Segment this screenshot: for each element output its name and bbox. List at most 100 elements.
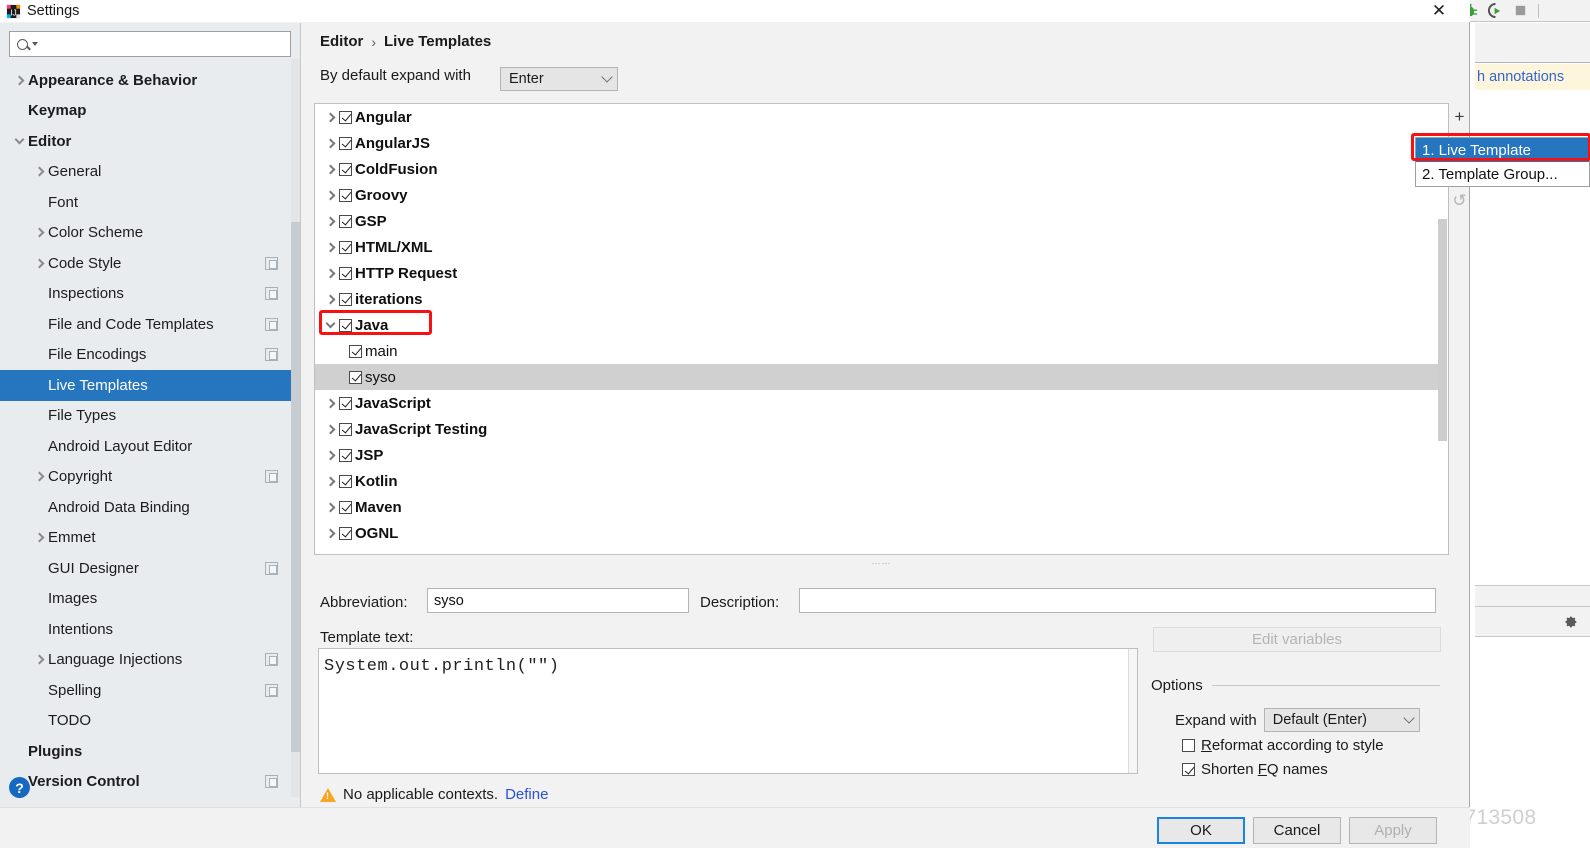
template-tree-row[interactable]: HTML/XML bbox=[315, 234, 1438, 260]
sidebar-scrollbar[interactable] bbox=[291, 59, 300, 797]
sidebar-item-editor[interactable]: Editor bbox=[0, 126, 300, 157]
apply-button[interactable]: Apply bbox=[1349, 817, 1437, 844]
chevron-right-icon[interactable] bbox=[30, 645, 48, 676]
template-tree-row[interactable]: ColdFusion bbox=[315, 156, 1438, 182]
sidebar-item-inspections[interactable]: Inspections bbox=[0, 279, 300, 310]
stop-icon[interactable] bbox=[1513, 3, 1528, 18]
cancel-button[interactable]: Cancel bbox=[1253, 817, 1341, 844]
sidebar-item-file-encodings[interactable]: File Encodings bbox=[0, 340, 300, 371]
help-button[interactable]: ? bbox=[9, 777, 30, 798]
revert-button[interactable]: ↺ bbox=[1450, 187, 1469, 215]
sidebar-item-keymap[interactable]: Keymap bbox=[0, 96, 300, 127]
template-enabled-checkbox[interactable] bbox=[349, 344, 362, 358]
sidebar-item-font[interactable]: Font bbox=[0, 187, 300, 218]
sidebar-item-plugins[interactable]: Plugins bbox=[0, 736, 300, 767]
shorten-fq-checkbox-row[interactable]: Shorten FQ names bbox=[1182, 761, 1328, 778]
template-enabled-checkbox[interactable] bbox=[339, 396, 352, 410]
add-menu-item[interactable]: 1. Live Template bbox=[1416, 138, 1589, 162]
chevron-right-icon[interactable] bbox=[321, 528, 339, 538]
add-menu-item[interactable]: 2. Template Group... bbox=[1416, 162, 1589, 186]
gear-icon[interactable] bbox=[1563, 613, 1578, 631]
chevron-right-icon[interactable] bbox=[30, 248, 48, 279]
template-enabled-checkbox[interactable] bbox=[339, 292, 352, 306]
template-enabled-checkbox[interactable] bbox=[349, 370, 362, 384]
define-context-link[interactable]: Define bbox=[505, 786, 548, 803]
chevron-right-icon[interactable] bbox=[10, 65, 28, 96]
sidebar-item-version-control[interactable]: Version Control bbox=[0, 767, 300, 798]
sidebar-item-android-layout-editor[interactable]: Android Layout Editor bbox=[0, 431, 300, 462]
sidebar-item-spelling[interactable]: Spelling bbox=[0, 675, 300, 706]
template-tree-row[interactable]: Kotlin bbox=[315, 468, 1438, 494]
template-enabled-checkbox[interactable] bbox=[339, 110, 352, 124]
template-enabled-checkbox[interactable] bbox=[339, 474, 352, 488]
chevron-right-icon[interactable] bbox=[321, 450, 339, 460]
default-expand-select[interactable]: Enter bbox=[500, 67, 618, 91]
chevron-down-icon[interactable] bbox=[10, 126, 28, 157]
chevron-right-icon[interactable] bbox=[30, 523, 48, 554]
template-enabled-checkbox[interactable] bbox=[339, 500, 352, 514]
chevron-down-icon[interactable] bbox=[321, 318, 339, 330]
reformat-checkbox[interactable] bbox=[1182, 739, 1195, 752]
sidebar-item-file-types[interactable]: File Types bbox=[0, 401, 300, 432]
template-tree-row[interactable]: HTTP Request bbox=[315, 260, 1438, 286]
template-tree-row[interactable]: AngularJS bbox=[315, 130, 1438, 156]
chevron-right-icon[interactable] bbox=[321, 268, 339, 278]
ok-button[interactable]: OK bbox=[1157, 817, 1245, 844]
template-enabled-checkbox[interactable] bbox=[339, 136, 352, 150]
shorten-fq-checkbox[interactable] bbox=[1182, 763, 1195, 776]
template-text-editor[interactable]: System.out.println("") bbox=[318, 648, 1138, 774]
sidebar-item-emmet[interactable]: Emmet bbox=[0, 523, 300, 554]
template-tree-row[interactable]: Maven bbox=[315, 494, 1438, 520]
abbreviation-input[interactable]: syso bbox=[427, 588, 689, 613]
template-enabled-checkbox[interactable] bbox=[339, 422, 352, 436]
sidebar-item-android-data-binding[interactable]: Android Data Binding bbox=[0, 492, 300, 523]
sidebar-item-language-injections[interactable]: Language Injections bbox=[0, 645, 300, 676]
template-tree-row[interactable]: JavaScript bbox=[315, 390, 1438, 416]
template-text-scrollbar[interactable] bbox=[1128, 649, 1137, 773]
chevron-right-icon[interactable] bbox=[30, 462, 48, 493]
chevron-right-icon[interactable] bbox=[321, 216, 339, 226]
description-input[interactable] bbox=[799, 588, 1436, 613]
sidebar-item-copyright[interactable]: Copyright bbox=[0, 462, 300, 493]
chevron-right-icon[interactable] bbox=[30, 218, 48, 249]
template-enabled-checkbox[interactable] bbox=[339, 214, 352, 228]
sidebar-item-gui-designer[interactable]: GUI Designer bbox=[0, 553, 300, 584]
chevron-right-icon[interactable] bbox=[321, 424, 339, 434]
breadcrumb-parent[interactable]: Editor bbox=[320, 33, 363, 50]
template-enabled-checkbox[interactable] bbox=[339, 448, 352, 462]
template-tree-row[interactable]: Groovy bbox=[315, 182, 1438, 208]
chevron-right-icon[interactable] bbox=[321, 138, 339, 148]
sidebar-item-color-scheme[interactable]: Color Scheme bbox=[0, 218, 300, 249]
chevron-right-icon[interactable] bbox=[321, 112, 339, 122]
sidebar-item-file-and-code-templates[interactable]: File and Code Templates bbox=[0, 309, 300, 340]
template-enabled-checkbox[interactable] bbox=[339, 266, 352, 280]
chevron-right-icon[interactable] bbox=[321, 398, 339, 408]
chevron-right-icon[interactable] bbox=[321, 190, 339, 200]
chevron-right-icon[interactable] bbox=[321, 294, 339, 304]
sidebar-item-code-style[interactable]: Code Style bbox=[0, 248, 300, 279]
chevron-right-icon[interactable] bbox=[321, 164, 339, 174]
close-icon[interactable]: ✕ bbox=[1424, 0, 1454, 22]
template-enabled-checkbox[interactable] bbox=[339, 526, 352, 540]
chevron-right-icon[interactable] bbox=[321, 476, 339, 486]
template-tree-row[interactable]: Java bbox=[315, 312, 1438, 338]
template-enabled-checkbox[interactable] bbox=[339, 318, 352, 332]
chevron-right-icon[interactable] bbox=[321, 502, 339, 512]
template-enabled-checkbox[interactable] bbox=[339, 240, 352, 254]
template-tree-scrollbar-thumb[interactable] bbox=[1438, 219, 1447, 441]
panel-splitter[interactable]: ⋯⋯ bbox=[314, 558, 1449, 568]
sidebar-item-general[interactable]: General bbox=[0, 157, 300, 188]
template-tree-row[interactable]: OGNL bbox=[315, 520, 1438, 546]
sidebar-item-live-templates[interactable]: Live Templates bbox=[0, 370, 300, 401]
add-button[interactable]: + bbox=[1450, 103, 1469, 131]
sidebar-item-intentions[interactable]: Intentions bbox=[0, 614, 300, 645]
template-tree-row[interactable]: main bbox=[315, 338, 1438, 364]
sidebar-item-todo[interactable]: TODO bbox=[0, 706, 300, 737]
template-tree-row[interactable]: syso bbox=[315, 364, 1438, 390]
template-tree-row[interactable]: GSP bbox=[315, 208, 1438, 234]
reformat-checkbox-row[interactable]: Reformat according to style bbox=[1182, 737, 1384, 754]
template-enabled-checkbox[interactable] bbox=[339, 188, 352, 202]
template-tree-row[interactable]: iterations bbox=[315, 286, 1438, 312]
sidebar-item-images[interactable]: Images bbox=[0, 584, 300, 615]
sidebar-item-appearance-behavior[interactable]: Appearance & Behavior bbox=[0, 65, 300, 96]
